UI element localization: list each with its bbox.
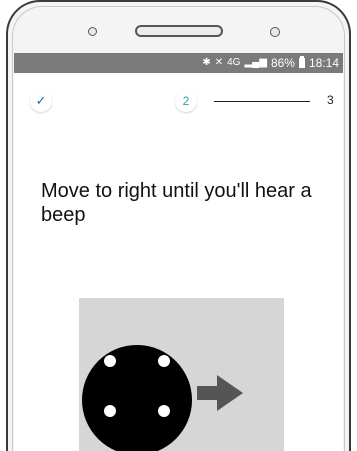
sensor-icon	[270, 27, 280, 37]
step-1-done[interactable]: ✓	[30, 90, 52, 112]
instruction-text: Move to right until you'll hear a beep	[41, 180, 312, 226]
step-3-label[interactable]: 3	[327, 93, 334, 107]
disc-hole	[158, 355, 170, 367]
clock: 18:14	[308, 56, 339, 70]
screen: ✱ ✕ 4G ▂▄▆ 86% 18:14 ✓ 2 3 Move to right…	[14, 53, 343, 451]
disc-hole	[104, 355, 116, 367]
front-camera-icon	[88, 27, 97, 36]
disc-hole	[104, 405, 116, 417]
mute-icon: ✕	[214, 57, 224, 68]
disc-hole	[158, 405, 170, 417]
battery-icon	[298, 56, 305, 68]
earpiece-speaker-icon	[135, 25, 223, 37]
phone-frame: ✱ ✕ 4G ▂▄▆ 86% 18:14 ✓ 2 3 Move to right…	[0, 0, 357, 451]
arrow-right-icon	[197, 375, 243, 411]
stepper: ✓ 2 3	[14, 73, 343, 133]
status-bar: ✱ ✕ 4G ▂▄▆ 86% 18:14	[14, 53, 343, 73]
signal-icon: ▂▄▆	[244, 57, 267, 68]
network-type: 4G	[227, 57, 241, 68]
step-connector-line	[214, 101, 310, 102]
step-2-active[interactable]: 2	[175, 90, 197, 112]
bluetooth-icon: ✱	[202, 57, 211, 68]
check-icon: ✓	[35, 93, 47, 108]
battery-percent: 86%	[270, 56, 295, 70]
instruction-illustration	[79, 298, 284, 451]
disc-icon	[82, 345, 192, 451]
step-2-label: 2	[182, 94, 190, 108]
